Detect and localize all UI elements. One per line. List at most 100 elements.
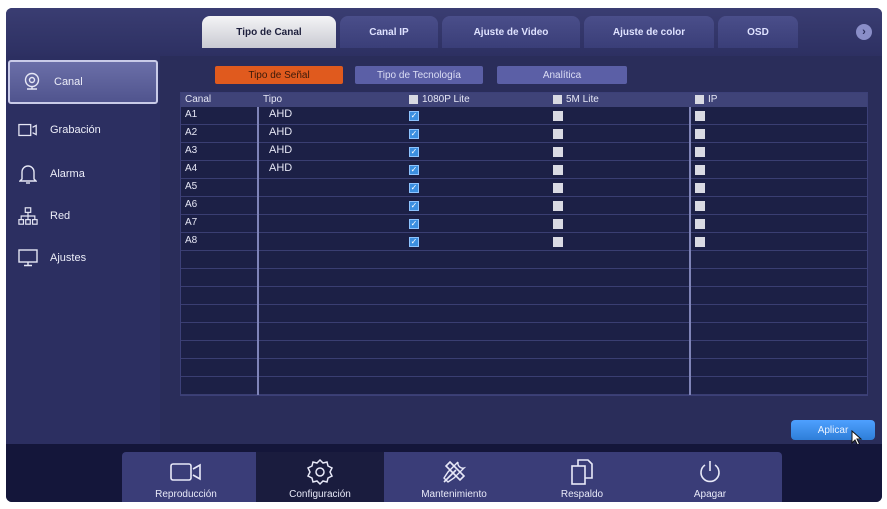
sidebar-item-grabacion[interactable]: Grabación [6, 108, 160, 152]
dvr-settings-window: Tipo de Canal Canal IP Ajuste de Video A… [6, 8, 882, 502]
table-row: A5 ✓ [181, 179, 867, 197]
nav-configuracion[interactable]: Configuración [256, 452, 384, 502]
bottom-bar: Reproducción Configuración Mantenimiento… [6, 444, 882, 502]
header-ip[interactable]: IP [695, 94, 717, 105]
m5-lite-checkbox[interactable] [553, 237, 563, 247]
table-row: A4 AHD ✓ [181, 161, 867, 179]
m5-lite-checkbox[interactable] [553, 219, 563, 229]
subtab-tipo-de-tecnologia[interactable]: Tipo de Tecnología [355, 66, 483, 84]
select-all-checkbox[interactable] [695, 95, 704, 104]
table-row: A8 ✓ [181, 233, 867, 251]
next-tab-arrow-icon[interactable]: › [856, 24, 872, 40]
table-header: Canal Tipo 1080P Lite 5M Lite IP [181, 93, 867, 107]
sidebar-item-label: Canal [54, 76, 83, 88]
subtab-tipo-de-senal[interactable]: Tipo de Señal [215, 66, 343, 84]
ip-checkbox[interactable] [695, 147, 705, 157]
nav-reproduccion[interactable]: Reproducción [122, 452, 250, 502]
sidebar-item-canal[interactable]: Canal [8, 60, 158, 104]
ip-checkbox[interactable] [695, 111, 705, 121]
network-icon [18, 206, 38, 226]
top-tab-bar: Tipo de Canal Canal IP Ajuste de Video A… [6, 8, 882, 56]
sidebar: Canal Grabación Alarma Red Ajustes [6, 56, 160, 444]
empty-table-row [181, 377, 867, 395]
column-divider [689, 107, 691, 395]
select-all-checkbox[interactable] [409, 95, 418, 104]
nav-label: Apagar [693, 489, 727, 500]
tab-tipo-de-canal[interactable]: Tipo de Canal [202, 16, 336, 48]
channel-type-table: Canal Tipo 1080P Lite 5M Lite IP A1 AHD ✓ A… [180, 92, 868, 396]
p1080-lite-checkbox[interactable]: ✓ [409, 201, 419, 211]
sidebar-item-ajustes[interactable]: Ajustes [6, 236, 160, 280]
type-cell: AHD [269, 162, 293, 174]
sidebar-item-alarma[interactable]: Alarma [6, 152, 160, 196]
table-row: A2 AHD ✓ [181, 125, 867, 143]
select-all-checkbox[interactable] [553, 95, 562, 104]
channel-cell: A8 [185, 235, 198, 246]
copy-icon [569, 458, 595, 486]
tab-ajuste-de-video[interactable]: Ajuste de Video [442, 16, 580, 48]
ip-checkbox[interactable] [695, 237, 705, 247]
p1080-lite-checkbox[interactable]: ✓ [409, 111, 419, 121]
header-canal: Canal [185, 94, 212, 105]
ip-checkbox[interactable] [695, 201, 705, 211]
channel-cell: A3 [185, 145, 198, 156]
nav-respaldo[interactable]: Respaldo [518, 452, 646, 502]
header-5m-lite[interactable]: 5M Lite [553, 94, 599, 105]
table-row: A1 AHD ✓ [181, 107, 867, 125]
ip-checkbox[interactable] [695, 183, 705, 193]
nav-label: Reproducción [155, 489, 217, 500]
type-cell: AHD [269, 126, 293, 138]
channel-cell: A7 [185, 217, 198, 228]
m5-lite-checkbox[interactable] [553, 129, 563, 139]
subtab-analitica[interactable]: Analítica [497, 66, 627, 84]
nav-label: Mantenimiento [421, 489, 487, 500]
channel-cell: A2 [185, 127, 198, 138]
m5-lite-checkbox[interactable] [553, 147, 563, 157]
ip-checkbox[interactable] [695, 219, 705, 229]
channel-cell: A4 [185, 163, 198, 174]
type-cell: AHD [269, 108, 293, 120]
sidebar-item-label: Alarma [50, 168, 85, 180]
table-row: A7 ✓ [181, 215, 867, 233]
empty-table-row [181, 251, 867, 269]
m5-lite-checkbox[interactable] [553, 111, 563, 121]
nav-mantenimiento[interactable]: Mantenimiento [390, 452, 518, 502]
nav-label: Configuración [289, 489, 351, 500]
empty-table-row [181, 359, 867, 377]
tab-osd[interactable]: OSD [718, 16, 798, 48]
gear-icon [306, 458, 334, 486]
sidebar-item-label: Ajustes [50, 252, 87, 264]
p1080-lite-checkbox[interactable]: ✓ [409, 129, 419, 139]
column-divider [257, 107, 259, 395]
p1080-lite-checkbox[interactable]: ✓ [409, 165, 419, 175]
m5-lite-checkbox[interactable] [553, 183, 563, 193]
empty-table-row [181, 269, 867, 287]
p1080-lite-checkbox[interactable]: ✓ [409, 237, 419, 247]
ip-checkbox[interactable] [695, 129, 705, 139]
ip-checkbox[interactable] [695, 165, 705, 175]
channel-cell: A1 [185, 109, 198, 120]
tools-icon [440, 458, 468, 486]
p1080-lite-checkbox[interactable]: ✓ [409, 183, 419, 193]
camera-icon [22, 72, 42, 92]
channel-cell: A6 [185, 199, 198, 210]
nav-apagar[interactable]: Apagar [646, 452, 774, 502]
channel-cell: A5 [185, 181, 198, 192]
main-panel: Tipo de Señal Tipo de Tecnología Analíti… [163, 56, 882, 446]
type-cell: AHD [269, 144, 293, 156]
power-icon [696, 458, 724, 486]
m5-lite-checkbox[interactable] [553, 165, 563, 175]
m5-lite-checkbox[interactable] [553, 201, 563, 211]
header-1080p-lite[interactable]: 1080P Lite [409, 94, 470, 105]
empty-table-row [181, 305, 867, 323]
tab-canal-ip[interactable]: Canal IP [340, 16, 438, 48]
bottom-nav: Reproducción Configuración Mantenimiento… [122, 452, 782, 502]
table-row: A6 ✓ [181, 197, 867, 215]
header-tipo: Tipo [263, 94, 283, 105]
empty-table-row [181, 341, 867, 359]
p1080-lite-checkbox[interactable]: ✓ [409, 219, 419, 229]
tab-ajuste-de-color[interactable]: Ajuste de color [584, 16, 714, 48]
p1080-lite-checkbox[interactable]: ✓ [409, 147, 419, 157]
nav-label: Respaldo [560, 489, 604, 500]
sidebar-item-red[interactable]: Red [6, 194, 160, 238]
